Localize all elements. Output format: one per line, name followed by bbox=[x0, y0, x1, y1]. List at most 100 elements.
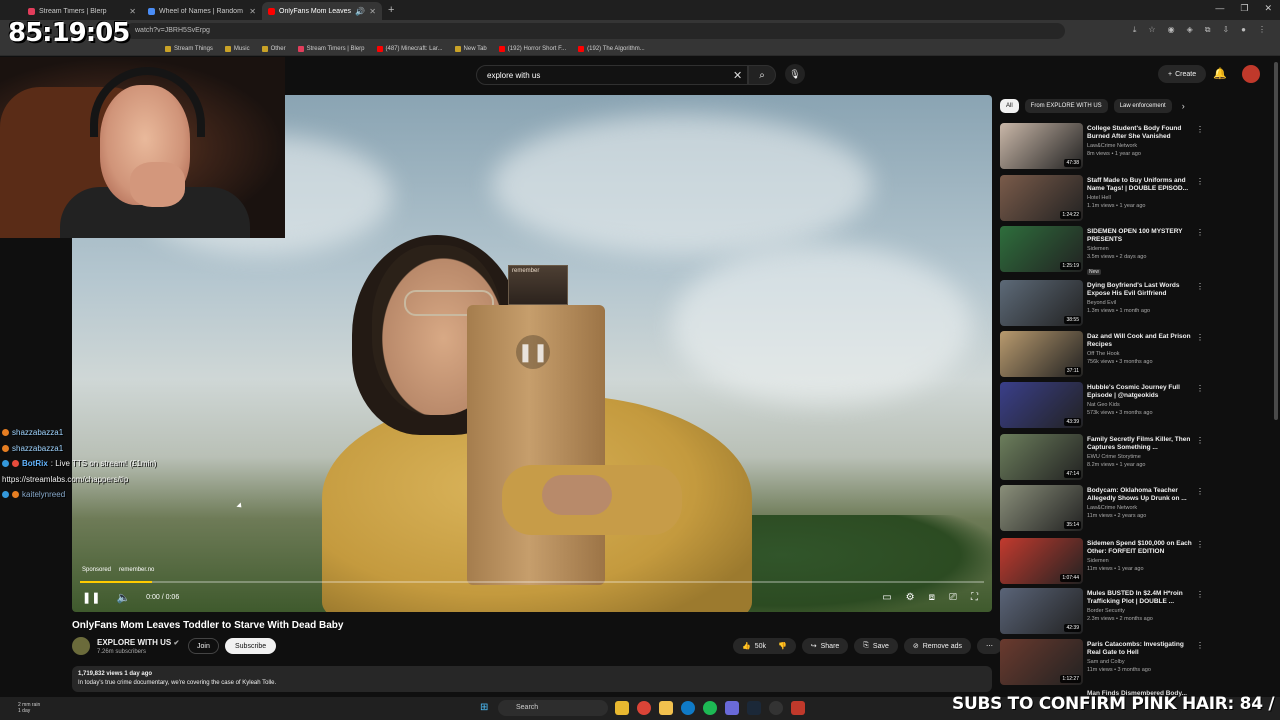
maximize-icon[interactable]: ❐ bbox=[1240, 3, 1248, 14]
video-thumbnail[interactable]: 35:14 bbox=[1000, 485, 1083, 531]
join-button[interactable]: Join bbox=[188, 638, 219, 654]
more-options-icon[interactable]: ⋮ bbox=[1196, 384, 1204, 393]
video-thumbnail[interactable]: 1:12:27 bbox=[1000, 639, 1083, 685]
extension-icon[interactable]: ◉ bbox=[1168, 25, 1175, 35]
recommendation-channel[interactable]: Border Security bbox=[1087, 608, 1192, 614]
video-thumbnail[interactable]: 1:07:44 bbox=[1000, 538, 1083, 584]
edge-icon[interactable] bbox=[681, 701, 695, 715]
more-options-icon[interactable]: ⋮ bbox=[1196, 590, 1204, 599]
volume-icon[interactable]: 🔈 bbox=[116, 591, 130, 604]
subscribe-button[interactable]: Subscribe bbox=[225, 638, 277, 654]
clear-search-icon[interactable]: ✕ bbox=[733, 69, 742, 82]
dislike-icon[interactable]: 👎 bbox=[778, 642, 787, 650]
recommendation-channel[interactable]: Sam and Colby bbox=[1087, 659, 1192, 665]
recommendation-item[interactable]: 47:14 Family Secretly Films Killer, Then … bbox=[1000, 434, 1210, 482]
sponsor-label[interactable]: Sponsored remember.no bbox=[82, 567, 154, 573]
puzzle-icon[interactable]: ⧉ bbox=[1205, 25, 1211, 35]
spotify-icon[interactable] bbox=[703, 701, 717, 715]
video-thumbnail[interactable]: 47:38 bbox=[1000, 123, 1083, 169]
cast-icon[interactable]: ⎚ bbox=[949, 592, 957, 603]
recommendation-channel[interactable]: Sidemen bbox=[1087, 558, 1192, 564]
browser-tab-wheel-of-names[interactable]: Wheel of Names | Random nam ✕ bbox=[142, 2, 262, 20]
pause-icon[interactable]: ❚❚ bbox=[82, 591, 100, 604]
remove-ads-button[interactable]: ⊘ Remove ads bbox=[903, 638, 972, 654]
more-options-icon[interactable]: ⋮ bbox=[1196, 125, 1204, 134]
install-icon[interactable]: ⤓ bbox=[1133, 25, 1137, 35]
video-thumbnail[interactable]: 1:24:22 bbox=[1000, 175, 1083, 221]
more-actions-button[interactable]: ⋯ bbox=[977, 638, 1003, 654]
recommendation-channel[interactable]: Law&Crime Network bbox=[1087, 143, 1192, 149]
recommendation-title[interactable]: Staff Made to Buy Uniforms and Name Tags… bbox=[1087, 177, 1192, 193]
recommendation-channel[interactable]: Hotel Hell bbox=[1087, 195, 1192, 201]
video-thumbnail[interactable]: 42:39 bbox=[1000, 588, 1083, 634]
more-options-icon[interactable]: ⋮ bbox=[1196, 282, 1204, 291]
more-options-icon[interactable]: ⋮ bbox=[1196, 436, 1204, 445]
search-input[interactable]: explore with us bbox=[476, 65, 748, 85]
more-options-icon[interactable]: ⋮ bbox=[1196, 228, 1204, 237]
more-options-icon[interactable]: ⋮ bbox=[1196, 333, 1204, 342]
share-button[interactable]: ↪ Share bbox=[801, 638, 849, 654]
notifications-bell-icon[interactable]: 🔔 bbox=[1213, 67, 1227, 80]
recommendation-item[interactable]: 1:12:27 Paris Catacombs: Investigating Re… bbox=[1000, 639, 1210, 687]
recommendation-channel[interactable]: Beyond Evil bbox=[1087, 300, 1192, 306]
recommendation-channel[interactable]: Law&Crime Network bbox=[1087, 505, 1192, 511]
recommendation-title[interactable]: Sidemen Spend $100,000 on Each Other: FO… bbox=[1087, 540, 1192, 556]
bookmark-item[interactable]: Stream Things bbox=[165, 45, 213, 52]
recommendation-title[interactable]: Hubble's Cosmic Journey Full Episode | @… bbox=[1087, 384, 1192, 400]
recommendation-channel[interactable]: Sidemen bbox=[1087, 246, 1192, 252]
channel-avatar[interactable] bbox=[72, 637, 90, 655]
recommendation-channel[interactable]: Nat Geo Kids bbox=[1087, 402, 1192, 408]
taskbar-search[interactable]: Search bbox=[498, 700, 608, 716]
close-tab-icon[interactable]: ✕ bbox=[129, 7, 136, 16]
star-icon[interactable]: ☆ bbox=[1148, 25, 1155, 35]
scrollbar[interactable] bbox=[1274, 62, 1278, 420]
app-icon[interactable] bbox=[725, 701, 739, 715]
voice-search-button[interactable]: 🎙 bbox=[785, 64, 805, 84]
channel-name[interactable]: EXPLORE WITH US ✔ bbox=[97, 638, 179, 647]
weather-widget[interactable]: 2 mm rain 1 day bbox=[18, 702, 40, 714]
new-tab-icon[interactable]: + bbox=[388, 4, 394, 16]
close-window-icon[interactable]: ✕ bbox=[1264, 3, 1272, 14]
steam-icon[interactable] bbox=[747, 701, 761, 715]
recommendation-item[interactable]: 37:11 Daz and Will Cook and Eat Prison Re… bbox=[1000, 331, 1210, 379]
recommendation-item[interactable]: 1:07:44 Sidemen Spend $100,000 on Each Ot… bbox=[1000, 538, 1210, 586]
recommendation-title[interactable]: Daz and Will Cook and Eat Prison Recipes bbox=[1087, 333, 1192, 349]
obs-icon[interactable] bbox=[769, 701, 783, 715]
recommendation-item[interactable]: 1:24:22 Staff Made to Buy Uniforms and Na… bbox=[1000, 175, 1210, 223]
close-tab-icon[interactable]: ✕ bbox=[249, 7, 256, 16]
recommendation-item[interactable]: 43:39 Hubble's Cosmic Journey Full Episod… bbox=[1000, 382, 1210, 430]
recommendation-title[interactable]: SIDEMEN OPEN 100 MYSTERY PRESENTS bbox=[1087, 228, 1192, 244]
recommendation-item[interactable]: 35:14 Bodycam: Oklahoma Teacher Allegedly… bbox=[1000, 485, 1210, 533]
sponsor-domain[interactable]: remember.no bbox=[119, 567, 154, 573]
miniplayer-icon[interactable]: ⧈ bbox=[929, 592, 935, 603]
close-tab-icon[interactable]: ✕ bbox=[369, 7, 376, 16]
video-thumbnail[interactable]: 37:11 bbox=[1000, 331, 1083, 377]
video-thumbnail[interactable]: 43:39 bbox=[1000, 382, 1083, 428]
url-field[interactable]: watch?v=JBRH5SvErpg bbox=[125, 23, 1065, 39]
bookmark-item[interactable]: (487) Minecraft: Lar... bbox=[376, 45, 443, 52]
download-icon[interactable]: ⇩ bbox=[1222, 25, 1229, 35]
chip-law-enforcement[interactable]: Law enforcement bbox=[1113, 99, 1172, 113]
video-thumbnail[interactable]: 47:14 bbox=[1000, 434, 1083, 480]
recommendation-title[interactable]: Family Secretly Films Killer, Then Captu… bbox=[1087, 436, 1192, 452]
file-explorer-icon[interactable] bbox=[615, 701, 629, 715]
chevron-right-icon[interactable]: › bbox=[1182, 101, 1185, 111]
recommendation-item[interactable]: 42:39 Mules BUSTED In $2.4M H*roin Traffi… bbox=[1000, 588, 1210, 636]
recommendation-title[interactable]: Bodycam: Oklahoma Teacher Allegedly Show… bbox=[1087, 487, 1192, 503]
bookmark-item[interactable]: (192) The Algorithm... bbox=[578, 45, 645, 52]
more-options-icon[interactable]: ⋮ bbox=[1196, 177, 1204, 186]
create-button[interactable]: + Create bbox=[1158, 65, 1207, 83]
recommendation-item[interactable]: 47:38 College Student's Body Found Burned… bbox=[1000, 123, 1210, 171]
save-button[interactable]: ⎘ Save bbox=[854, 638, 898, 654]
like-button[interactable]: 👍 50k 👎 bbox=[733, 638, 796, 654]
chrome-icon[interactable] bbox=[637, 701, 651, 715]
more-options-icon[interactable]: ⋮ bbox=[1196, 487, 1204, 496]
folder-icon[interactable] bbox=[659, 701, 673, 715]
profile-icon[interactable]: ● bbox=[1241, 25, 1246, 35]
more-options-icon[interactable]: ⋮ bbox=[1196, 540, 1204, 549]
subtitles-icon[interactable]: ▭ bbox=[882, 592, 891, 603]
recommendation-title[interactable]: Dying Boyfriend's Last Words Expose His … bbox=[1087, 282, 1192, 298]
bookmark-item[interactable]: New Tab bbox=[454, 45, 487, 52]
recommendation-title[interactable]: College Student's Body Found Burned Afte… bbox=[1087, 125, 1192, 141]
chip-all[interactable]: All bbox=[1000, 99, 1019, 113]
